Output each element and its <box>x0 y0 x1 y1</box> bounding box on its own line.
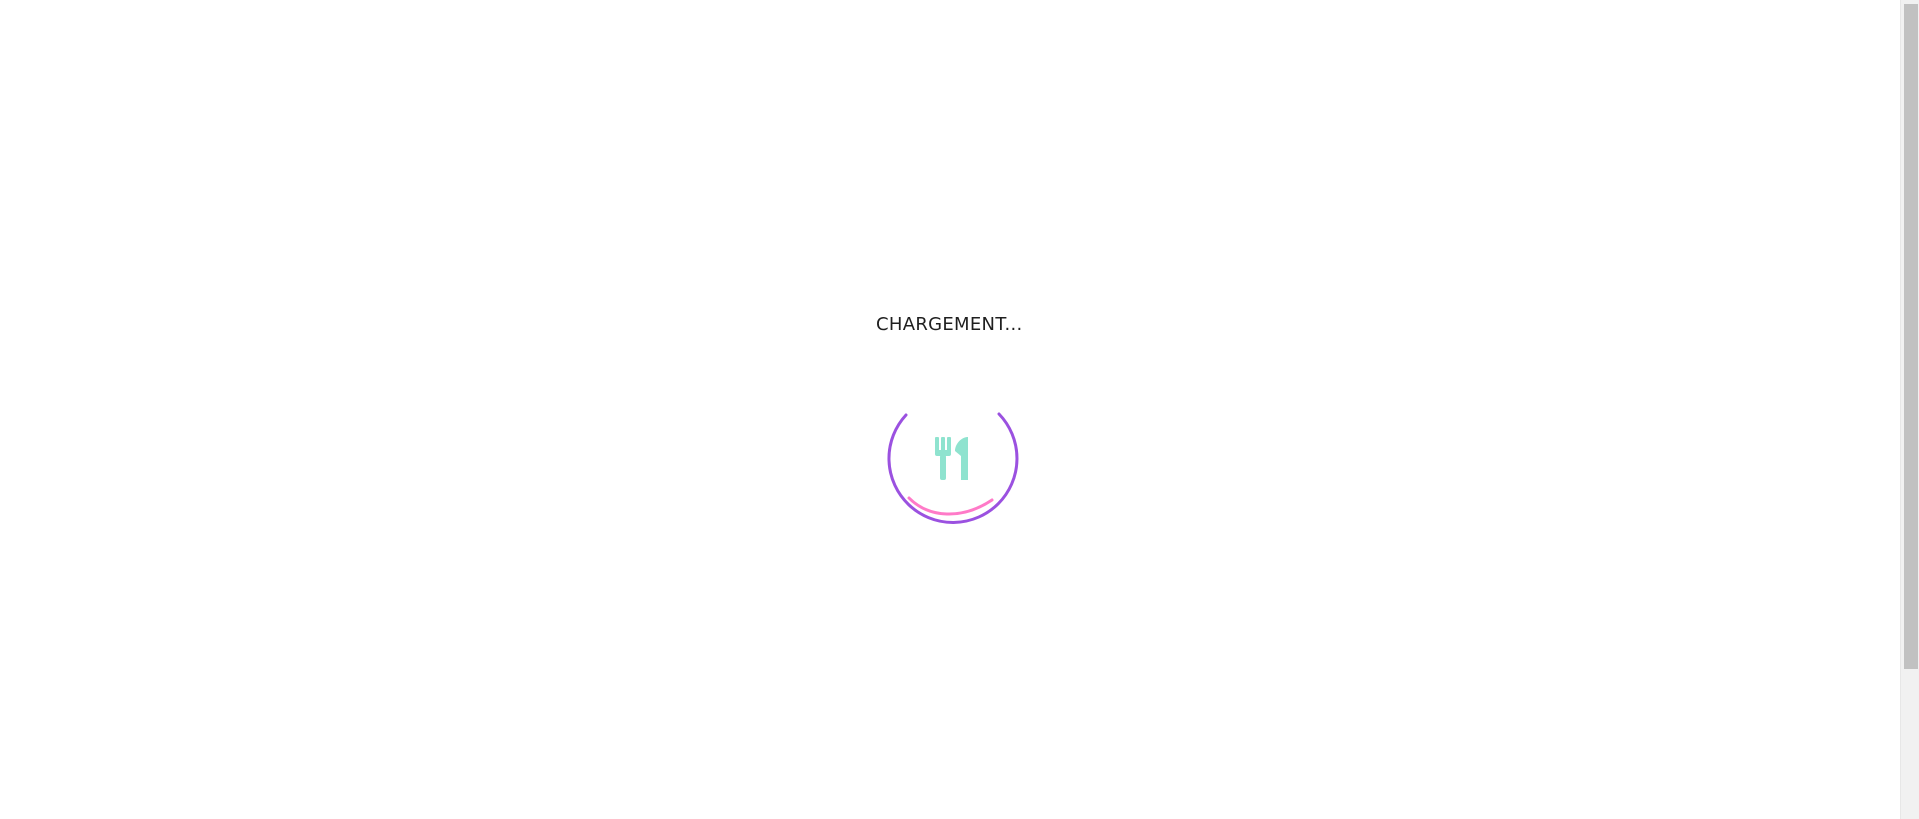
loading-spinner <box>887 412 1019 524</box>
loading-label: CHARGEMENT... <box>876 314 1023 335</box>
fork-knife-icon <box>935 437 968 480</box>
vertical-scrollbar[interactable] <box>1900 0 1919 819</box>
scrollbar-thumb[interactable] <box>1904 4 1918 669</box>
spinner-ring <box>887 412 1019 524</box>
loading-page: CHARGEMENT... <box>0 0 1919 819</box>
spinner-accent-arc <box>907 496 994 516</box>
